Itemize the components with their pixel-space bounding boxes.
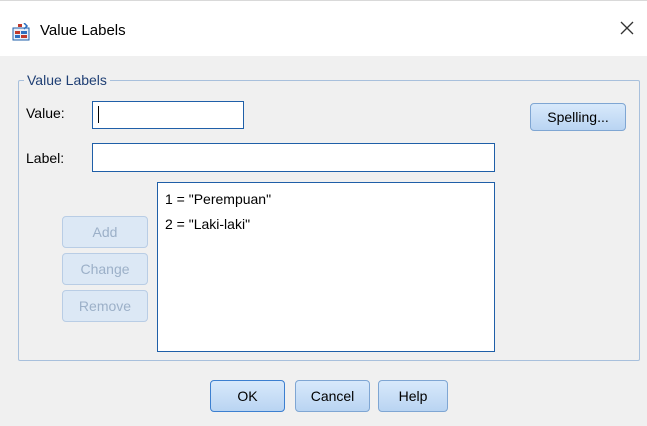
close-button[interactable] [612,15,642,45]
label-input[interactable] [92,143,495,172]
text-caret [98,106,99,123]
title-bar: Value Labels [0,0,647,57]
cancel-button[interactable]: Cancel [295,380,370,412]
change-button[interactable]: Change [62,253,148,285]
label-field-label: Label: [26,150,65,166]
group-legend: Value Labels [24,72,110,88]
value-input[interactable] [92,101,244,129]
help-button[interactable]: Help [378,380,448,412]
add-button[interactable]: Add [62,216,148,248]
list-item[interactable]: 1 = "Perempuan" [165,191,271,207]
value-labels-app-icon [12,22,32,41]
window-title: Value Labels [40,22,126,39]
value-labels-list[interactable]: 1 = "Perempuan" 2 = "Laki-laki" [157,182,495,352]
close-icon [620,21,634,40]
dialog-body: Value Labels Value: Label: Spelling... A… [0,56,647,426]
ok-button[interactable]: OK [210,380,285,412]
list-item[interactable]: 2 = "Laki-laki" [165,216,250,232]
remove-button[interactable]: Remove [62,290,148,322]
value-field-label: Value: [26,105,65,121]
spelling-button[interactable]: Spelling... [530,103,626,131]
